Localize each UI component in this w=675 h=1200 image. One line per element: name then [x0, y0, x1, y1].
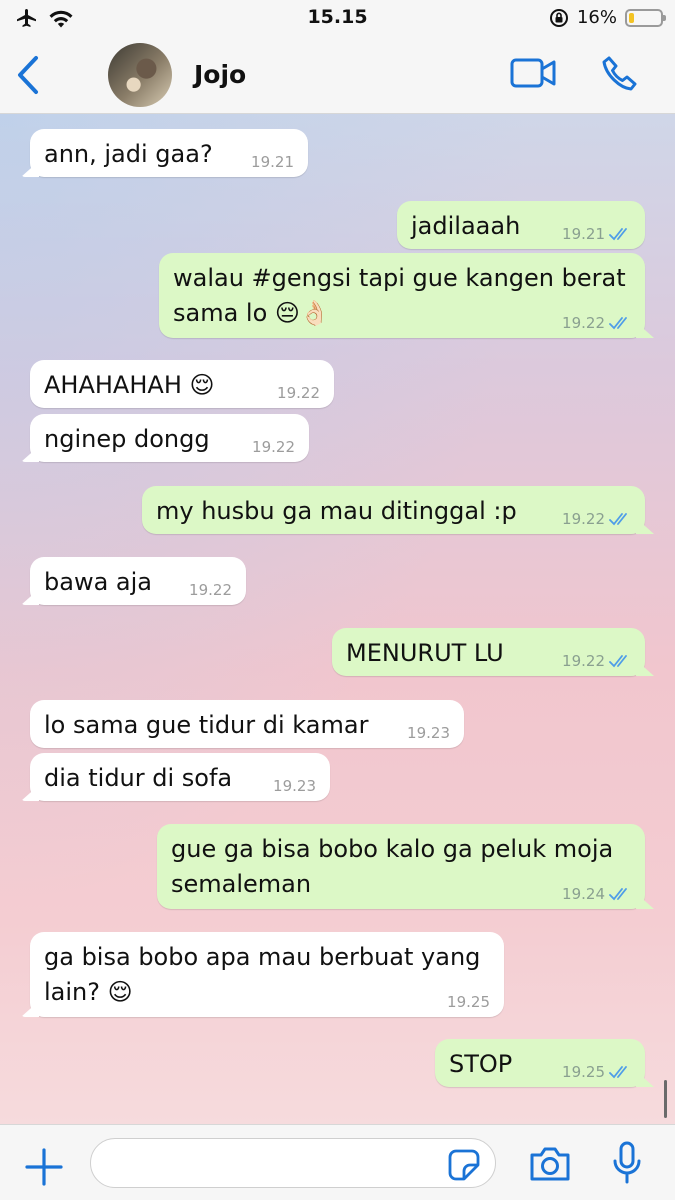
outgoing-message[interactable]: STOP 19.25: [435, 1039, 645, 1087]
scrollbar-thumb[interactable]: [664, 1080, 667, 1118]
time-label: 19.22: [562, 314, 605, 332]
message-text: bawa aja: [44, 568, 152, 596]
voice-call-button[interactable]: [600, 54, 640, 94]
message-time: 19.22: [277, 384, 320, 402]
contact-name[interactable]: Jojo: [194, 60, 246, 89]
battery-icon: [625, 8, 666, 27]
time-label: 19.21: [562, 225, 605, 243]
time-label: 19.22: [562, 652, 605, 670]
chat-area[interactable]: ann, jadi gaa? 19.21 jadilaaah 19.21 wal…: [0, 114, 675, 1124]
message-time: 19.21: [562, 225, 631, 243]
incoming-message[interactable]: lo sama gue tidur di kamar 19.23: [30, 700, 464, 748]
message-time: 19.21: [251, 153, 294, 171]
battery-level: [629, 12, 634, 23]
message-time: 19.25: [562, 1063, 631, 1081]
video-camera-icon: [510, 58, 556, 88]
message-time: 19.22: [189, 581, 232, 599]
outgoing-message[interactable]: gue ga bisa bobo kalo ga peluk moja sema…: [157, 824, 645, 909]
outgoing-message[interactable]: my husbu ga mau ditinggal :p 19.22: [142, 486, 645, 534]
sticker-icon: [448, 1149, 480, 1181]
message-time: 19.22: [562, 314, 631, 332]
incoming-message[interactable]: dia tidur di sofa 19.23: [30, 753, 330, 801]
read-ticks-icon: [609, 513, 627, 526]
time-label: 19.21: [251, 153, 294, 171]
camera-icon: [530, 1147, 570, 1181]
microphone-button[interactable]: [612, 1141, 642, 1185]
time-label: 19.22: [562, 510, 605, 528]
outgoing-message[interactable]: MENURUT LU 19.22: [332, 628, 645, 676]
read-ticks-icon: [609, 317, 627, 330]
message-time: 19.22: [562, 652, 631, 670]
incoming-message[interactable]: ga bisa bobo apa mau berbuat yang lain? …: [30, 932, 504, 1017]
message-input[interactable]: [90, 1138, 496, 1188]
status-bar: 15.15 16%: [0, 0, 675, 38]
time-label: 19.25: [562, 1063, 605, 1081]
camera-button[interactable]: [528, 1145, 572, 1183]
back-button[interactable]: [12, 54, 44, 96]
message-input-bar: [0, 1124, 675, 1200]
incoming-message[interactable]: bawa aja 19.22: [30, 557, 246, 605]
message-text: jadilaaah: [411, 212, 521, 240]
message-text: AHAHAHAH 😌: [44, 371, 215, 399]
read-ticks-icon: [609, 1066, 627, 1079]
orientation-lock-icon: [549, 8, 569, 28]
message-text: nginep dongg: [44, 425, 210, 453]
read-ticks-icon: [609, 888, 627, 901]
outgoing-message[interactable]: jadilaaah 19.21: [397, 201, 645, 249]
incoming-message[interactable]: ann, jadi gaa? 19.21: [30, 129, 308, 177]
time-label: 19.23: [407, 724, 450, 742]
time-label: 19.22: [189, 581, 232, 599]
attach-button[interactable]: [24, 1147, 64, 1187]
message-text: MENURUT LU: [346, 639, 504, 667]
time-label: 19.25: [447, 993, 490, 1011]
battery-percent: 16%: [576, 7, 617, 28]
incoming-message[interactable]: nginep dongg 19.22: [30, 414, 309, 462]
message-time: 19.23: [407, 724, 450, 742]
message-time: 19.23: [273, 777, 316, 795]
chat-header: Jojo: [0, 38, 675, 114]
message-time: 19.22: [252, 438, 295, 456]
message-text: ga bisa bobo apa mau berbuat yang lain? …: [44, 943, 481, 1006]
read-ticks-icon: [609, 655, 627, 668]
time-label: 19.24: [562, 885, 605, 903]
message-text: dia tidur di sofa: [44, 764, 233, 792]
video-call-button[interactable]: [510, 56, 558, 92]
message-time: 19.24: [562, 885, 631, 903]
read-ticks-icon: [609, 228, 627, 241]
message-text: STOP: [449, 1050, 513, 1078]
plus-icon: [25, 1148, 63, 1186]
time-label: 19.22: [277, 384, 320, 402]
time-label: 19.22: [252, 438, 295, 456]
time-label: 19.23: [273, 777, 316, 795]
sticker-button[interactable]: [448, 1149, 480, 1181]
message-text: lo sama gue tidur di kamar: [44, 711, 369, 739]
phone-icon: [602, 56, 637, 91]
outgoing-message[interactable]: walau #gengsi tapi gue kangen berat sama…: [159, 253, 645, 338]
message-time: 19.25: [447, 993, 490, 1011]
message-text: ann, jadi gaa?: [44, 140, 213, 168]
microphone-icon: [613, 1141, 641, 1184]
contact-avatar[interactable]: [108, 43, 172, 107]
message-text: my husbu ga mau ditinggal :p: [156, 497, 517, 525]
message-time: 19.22: [562, 510, 631, 528]
incoming-message[interactable]: AHAHAHAH 😌 19.22: [30, 360, 334, 408]
